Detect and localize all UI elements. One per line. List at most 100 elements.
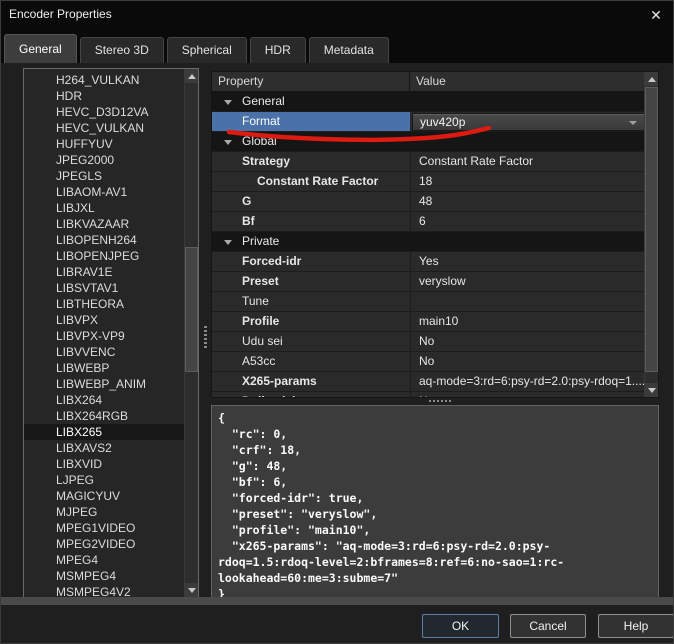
group-row[interactable]: Private — [212, 232, 646, 252]
property-value — [410, 292, 646, 311]
group-row[interactable]: General — [212, 92, 646, 112]
encoder-list-item[interactable]: LIBX265 — [24, 424, 184, 440]
encoder-list-scrollbar[interactable] — [184, 69, 198, 597]
property-value: main10 — [410, 312, 646, 331]
tab-bar: GeneralStereo 3DSphericalHDRMetadata — [1, 29, 673, 63]
title-bar: Encoder Properties ✕ — [1, 1, 673, 29]
property-row[interactable]: StrategyConstant Rate Factor — [212, 152, 646, 172]
encoder-list-item[interactable]: LIBAOM-AV1 — [24, 184, 184, 200]
close-icon[interactable]: ✕ — [645, 4, 667, 26]
property-value: 48 — [410, 192, 646, 211]
encoder-list-item[interactable]: LIBXVID — [24, 456, 184, 472]
scroll-up-icon[interactable] — [185, 69, 198, 83]
property-row[interactable]: Presetveryslow — [212, 272, 646, 292]
encoder-list-item[interactable]: LIBWEBP_ANIM — [24, 376, 184, 392]
property-value: Constant Rate Factor — [410, 152, 646, 171]
encoder-list-item[interactable]: LIBTHEORA — [24, 296, 184, 312]
collapse-arrow-icon[interactable] — [224, 240, 232, 245]
encoder-properties-dialog: Encoder Properties ✕ GeneralStereo 3DSph… — [0, 0, 674, 644]
encoder-list-box: H264_VULKANHDRHEVC_D3D12VAHEVC_VULKANHUF… — [23, 68, 199, 598]
encoder-list-item[interactable]: LIBSVTAV1 — [24, 280, 184, 296]
tab-metadata[interactable]: Metadata — [309, 37, 389, 63]
property-value: 18 — [410, 172, 646, 191]
encoder-list-item[interactable]: HEVC_VULKAN — [24, 120, 184, 136]
dropdown-value: yuv420p — [420, 114, 465, 131]
encoder-list-item[interactable]: LIBX264 — [24, 392, 184, 408]
property-name: Preset — [212, 272, 410, 291]
tab-stereo-3d[interactable]: Stereo 3D — [80, 37, 164, 63]
property-row[interactable]: Profilemain10 — [212, 312, 646, 332]
scroll-down-icon[interactable] — [185, 583, 198, 597]
property-name: Dolbyvision — [212, 392, 410, 398]
json-options-text[interactable]: { "rc": 0, "crf": 18, "g": 48, "bf": 6, … — [212, 406, 658, 598]
property-row[interactable]: G48 — [212, 192, 646, 212]
property-value: No — [410, 332, 646, 351]
encoder-list-item[interactable]: MAGICYUV — [24, 488, 184, 504]
property-row[interactable]: Bf6 — [212, 212, 646, 232]
bottom-divider — [1, 597, 674, 605]
scrollbar-thumb[interactable] — [645, 87, 658, 372]
property-row[interactable]: Constant Rate Factor18 — [212, 172, 646, 192]
scrollbar-thumb[interactable] — [185, 247, 198, 372]
encoder-list-item[interactable]: LIBVPX-VP9 — [24, 328, 184, 344]
encoder-list-item[interactable]: LIBJXL — [24, 200, 184, 216]
encoder-list-item[interactable]: LIBX264RGB — [24, 408, 184, 424]
encoder-list-item[interactable]: MPEG4 — [24, 552, 184, 568]
property-name: Forced-idr — [212, 252, 410, 271]
encoder-list-item[interactable]: HDR — [24, 88, 184, 104]
chevron-down-icon — [629, 121, 637, 125]
encoder-list-item[interactable]: LJPEG — [24, 472, 184, 488]
format-dropdown[interactable]: yuv420p — [412, 113, 645, 131]
property-value: aq-mode=3:rd=6:psy-rd=2.0:psy-rdoq=1.... — [410, 372, 646, 391]
ok-button[interactable]: OK — [422, 614, 499, 638]
property-row[interactable]: DolbyvisionNo — [212, 392, 646, 398]
cancel-button[interactable]: Cancel — [510, 614, 586, 638]
property-name: Tune — [212, 292, 410, 311]
encoder-list-item[interactable]: JPEGLS — [24, 168, 184, 184]
encoder-list-item[interactable]: H264_VULKAN — [24, 72, 184, 88]
scroll-up-icon[interactable] — [645, 72, 658, 86]
encoder-list-item[interactable]: MPEG1VIDEO — [24, 520, 184, 536]
encoder-list-item[interactable]: MSMPEG4 — [24, 568, 184, 584]
property-name: Profile — [212, 312, 410, 331]
property-name: Bf — [212, 212, 410, 231]
horizontal-splitter-handle[interactable] — [429, 400, 451, 403]
table-scrollbar[interactable] — [644, 72, 658, 397]
property-row[interactable]: Udu seiNo — [212, 332, 646, 352]
encoder-list-item[interactable]: LIBRAV1E — [24, 264, 184, 280]
column-header-property[interactable]: Property — [212, 72, 410, 92]
encoder-list-item[interactable]: LIBKVAZAAR — [24, 216, 184, 232]
encoder-list-item[interactable]: HEVC_D3D12VA — [24, 104, 184, 120]
vertical-splitter-handle[interactable] — [204, 326, 207, 350]
encoder-list-item[interactable]: LIBXAVS2 — [24, 440, 184, 456]
encoder-list-item[interactable]: HUFFYUV — [24, 136, 184, 152]
property-row[interactable]: Tune — [212, 292, 646, 312]
property-row[interactable]: Forced-idrYes — [212, 252, 646, 272]
encoder-list-item[interactable]: LIBOPENH264 — [24, 232, 184, 248]
group-row[interactable]: Global — [212, 132, 646, 152]
json-options-editor[interactable]: { "rc": 0, "crf": 18, "g": 48, "bf": 6, … — [211, 405, 659, 598]
property-name: Constant Rate Factor — [212, 172, 410, 191]
encoder-list-item[interactable]: LIBWEBP — [24, 360, 184, 376]
collapse-arrow-icon[interactable] — [224, 100, 232, 105]
encoder-list-item[interactable]: MJPEG — [24, 504, 184, 520]
property-row[interactable]: X265-paramsaq-mode=3:rd=6:psy-rd=2.0:psy… — [212, 372, 646, 392]
tab-hdr[interactable]: HDR — [250, 37, 306, 63]
column-header-value[interactable]: Value — [410, 72, 646, 92]
encoder-list-item[interactable]: JPEG2000 — [24, 152, 184, 168]
encoder-list-item[interactable]: MSMPEG4V2 — [24, 584, 184, 598]
property-row[interactable]: A53ccNo — [212, 352, 646, 372]
encoder-list-item[interactable]: LIBOPENJPEG — [24, 248, 184, 264]
encoder-list-item[interactable]: LIBVVENC — [24, 344, 184, 360]
property-row[interactable]: Formatyuv420p — [212, 112, 646, 132]
window-title: Encoder Properties — [9, 7, 112, 21]
scroll-down-icon[interactable] — [645, 383, 658, 397]
property-value: No — [410, 392, 646, 398]
encoder-list-item[interactable]: MPEG2VIDEO — [24, 536, 184, 552]
group-label: Private — [242, 232, 279, 251]
help-button[interactable]: Help — [598, 614, 674, 638]
tab-general[interactable]: General — [4, 34, 77, 63]
encoder-list-item[interactable]: LIBVPX — [24, 312, 184, 328]
tab-spherical[interactable]: Spherical — [167, 37, 247, 63]
collapse-arrow-icon[interactable] — [224, 140, 232, 145]
